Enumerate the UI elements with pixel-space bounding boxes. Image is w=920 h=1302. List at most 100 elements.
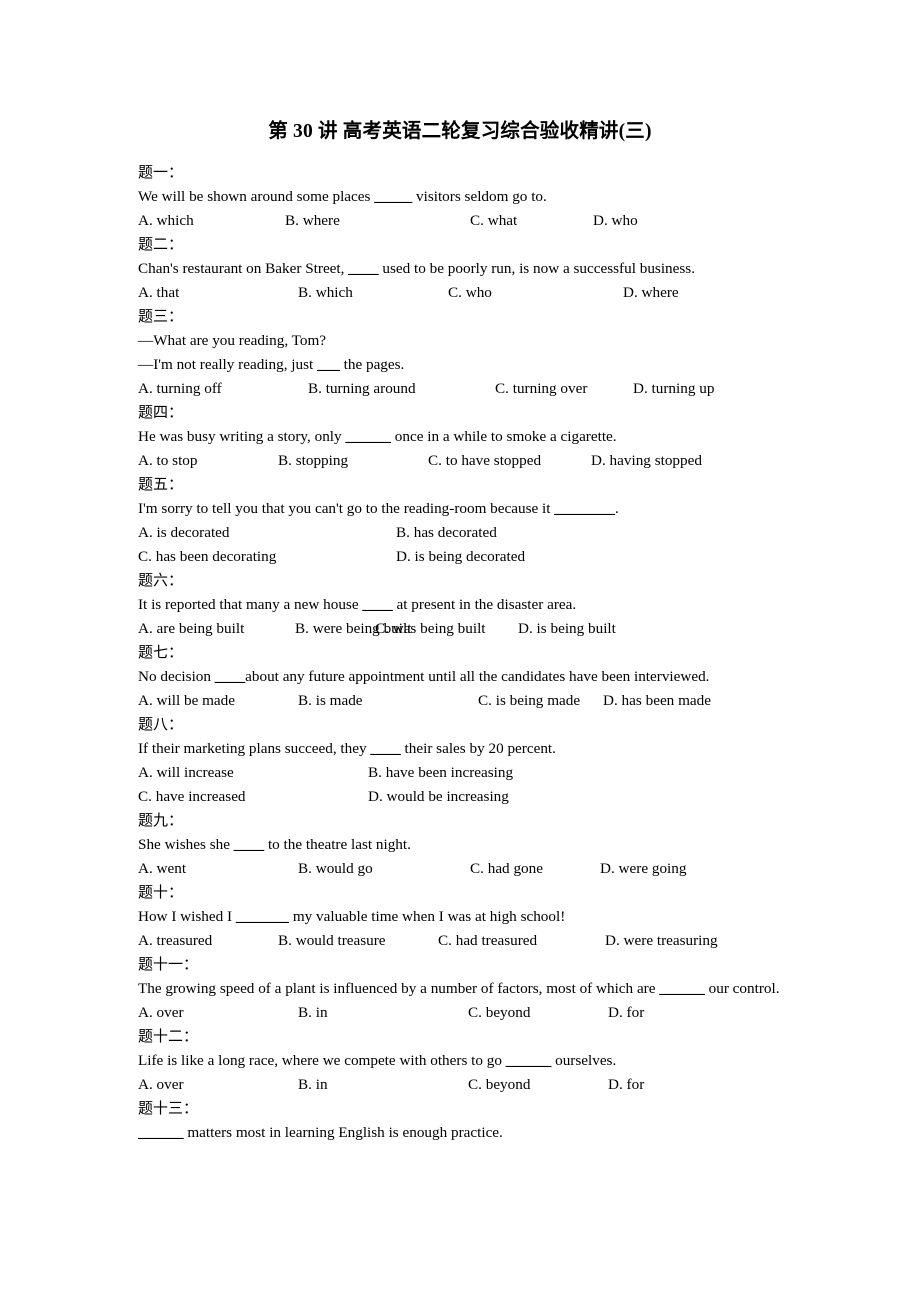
option-choice[interactable]: D. turning up: [633, 377, 714, 401]
question-label: 题三：: [138, 309, 184, 325]
option-choice[interactable]: B. turning around: [308, 377, 416, 401]
option-choice[interactable]: A. over: [138, 1001, 184, 1025]
answer-blank: ____: [362, 596, 393, 613]
option-choice[interactable]: C. had treasured: [438, 929, 537, 953]
option-row: A. to stop B. stopping C. to have stopped D…: [138, 449, 908, 473]
answer-blank: ___: [317, 356, 340, 373]
option-choice[interactable]: D. is being built: [518, 617, 616, 641]
option-grid: A. is decorated B. has decorated C. has be…: [138, 521, 908, 569]
question-label: 题十二：: [138, 1029, 199, 1045]
option-choice[interactable]: C. who: [448, 281, 492, 305]
option-row: A. treasured B. would treasure C. had trea…: [138, 929, 908, 953]
question-stem: He was busy writing a story, only ______…: [138, 425, 908, 449]
option-choice[interactable]: D. where: [623, 281, 679, 305]
stem-text-before: If their marketing plans succeed, they: [138, 740, 371, 757]
option-choice[interactable]: C. turning over: [495, 377, 587, 401]
option-choice[interactable]: A. is decorated: [138, 521, 230, 545]
stem-text-after: ourselves.: [551, 1052, 617, 1069]
option-choice[interactable]: C. what: [470, 209, 517, 233]
stem-text-after: matters most in learning English is enou…: [183, 1124, 503, 1141]
option-choice[interactable]: D. who: [593, 209, 638, 233]
option-grid: A. will increase B. have been increasing C…: [138, 761, 908, 809]
question-stem: She wishes she ____ to the theatre last …: [138, 833, 908, 857]
question-dialog-line: —What are you reading, Tom?: [138, 332, 327, 349]
option-choice[interactable]: A. are being built: [138, 617, 244, 641]
question-stem: —I'm not really reading, just ___ the pa…: [138, 353, 908, 377]
question-label: 题七：: [138, 645, 184, 661]
stem-text-after: used to be poorly run, is now a successf…: [378, 260, 695, 277]
option-row: A. is decorated B. has decorated: [138, 521, 908, 545]
option-choice[interactable]: C. has been decorating: [138, 545, 276, 569]
option-row: A. over B. in C. beyond D. for: [138, 1073, 908, 1097]
option-choice[interactable]: C. beyond: [468, 1001, 530, 1025]
question-stem: Life is like a long race, where we compe…: [138, 1049, 908, 1073]
option-choice[interactable]: C. is being made: [478, 689, 580, 713]
question-label: 题十三：: [138, 1101, 199, 1117]
option-row: A. over B. in C. beyond D. for: [138, 1001, 908, 1025]
stem-text-after: their sales by 20 percent.: [400, 740, 556, 757]
option-choice[interactable]: B. stopping: [278, 449, 348, 473]
option-choice[interactable]: A. turning off: [138, 377, 222, 401]
stem-text-before: He was busy writing a story, only: [138, 428, 346, 445]
option-choice[interactable]: A. which: [138, 209, 194, 233]
answer-blank: ______: [138, 1124, 184, 1141]
option-choice[interactable]: D. is being decorated: [396, 545, 525, 569]
option-choice[interactable]: B. where: [285, 209, 340, 233]
question-label: 题十：: [138, 885, 184, 901]
option-choice[interactable]: C. beyond: [468, 1073, 530, 1097]
option-choice[interactable]: D. for: [608, 1001, 644, 1025]
option-choice[interactable]: D. were going: [600, 857, 686, 881]
question-label: 题六：: [138, 573, 184, 589]
option-choice[interactable]: B. have been increasing: [368, 761, 513, 785]
option-choice[interactable]: B. would go: [298, 857, 373, 881]
option-choice[interactable]: A. went: [138, 857, 186, 881]
option-choice[interactable]: A. that: [138, 281, 179, 305]
question-stem: The growing speed of a plant is influenc…: [138, 977, 908, 1001]
stem-text-after: the pages.: [339, 356, 405, 373]
stem-text-after: once in a while to smoke a cigarette.: [390, 428, 617, 445]
option-choice[interactable]: D. would be increasing: [368, 785, 509, 809]
question-stem: How I wished I _______ my valuable time …: [138, 905, 908, 929]
option-row: A. which B. where C. what D. who: [138, 209, 908, 233]
option-row: A. went B. would go C. had gone D. were goi…: [138, 857, 908, 881]
question-stem: We will be shown around some places ____…: [138, 185, 908, 209]
option-choice[interactable]: B. which: [298, 281, 353, 305]
option-choice[interactable]: A. will increase: [138, 761, 234, 785]
question-label: 题五：: [138, 477, 184, 493]
option-row: A. turning off B. turning around C. turnin…: [138, 377, 908, 401]
option-choice[interactable]: B. is made: [298, 689, 363, 713]
option-choice[interactable]: C. have increased: [138, 785, 246, 809]
answer-blank: ______: [505, 1052, 552, 1069]
question-stem: No decision ____about any future appoint…: [138, 665, 908, 689]
option-choice[interactable]: D. having stopped: [591, 449, 702, 473]
option-choice[interactable]: A. treasured: [138, 929, 212, 953]
page-title: 第 30 讲 高考英语二轮复习综合验收精讲(三): [268, 121, 652, 142]
question-list: 题一： We will be shown around some places _…: [138, 161, 908, 1145]
option-choice[interactable]: A. over: [138, 1073, 184, 1097]
question-stem: Chan's restaurant on Baker Street, ____ …: [138, 257, 908, 281]
option-choice[interactable]: C. had gone: [470, 857, 543, 881]
option-choice[interactable]: D. for: [608, 1073, 644, 1097]
option-choice[interactable]: B. in: [298, 1001, 328, 1025]
option-choice[interactable]: A. will be made: [138, 689, 235, 713]
option-choice[interactable]: D. were treasuring: [605, 929, 718, 953]
question-stem: If their marketing plans succeed, they _…: [138, 737, 908, 761]
answer-blank: ____: [370, 740, 401, 757]
question-stem: It is reported that many a new house ___…: [138, 593, 908, 617]
option-choice[interactable]: B. would treasure: [278, 929, 386, 953]
document-page: 第 30 讲 高考英语二轮复习综合验收精讲(三) 题一： We will be s…: [0, 0, 920, 1302]
answer-blank: ______: [659, 980, 705, 997]
stem-text-after: at present in the disaster area.: [392, 596, 577, 613]
question-label: 题九：: [138, 813, 184, 829]
option-choice[interactable]: D. has been made: [603, 689, 711, 713]
answer-blank: ______: [345, 428, 391, 445]
option-choice[interactable]: A. to stop: [138, 449, 198, 473]
option-choice[interactable]: C. to have stopped: [428, 449, 541, 473]
stem-text-before: I'm sorry to tell you that you can't go …: [138, 500, 555, 517]
option-choice[interactable]: C. was being built: [375, 617, 486, 641]
option-choice[interactable]: B. has decorated: [396, 521, 497, 545]
question-label: 题一：: [138, 165, 184, 181]
stem-text-before: Life is like a long race, where we compe…: [138, 1052, 506, 1069]
option-choice[interactable]: B. in: [298, 1073, 328, 1097]
question-label: 题八：: [138, 717, 184, 733]
